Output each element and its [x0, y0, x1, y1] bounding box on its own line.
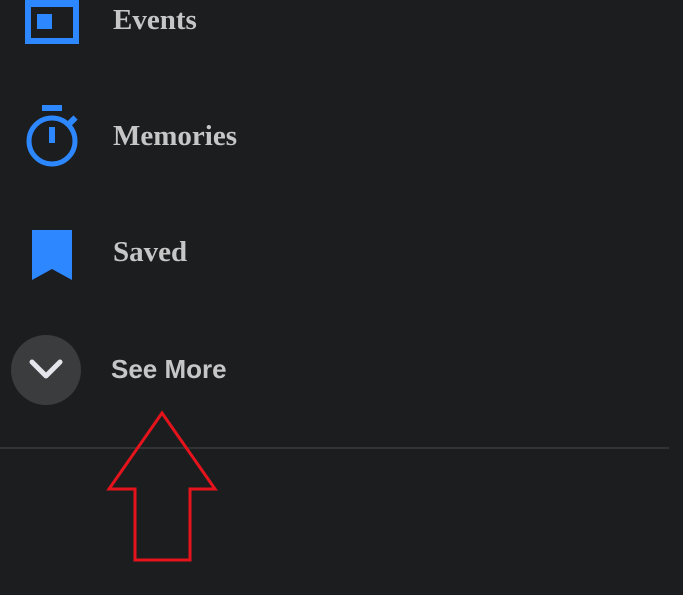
bookmark-icon: [32, 230, 72, 280]
stopwatch-icon: [26, 105, 78, 167]
divider: [0, 447, 669, 449]
see-more-button[interactable]: See More: [0, 320, 669, 420]
chevron-down-icon: [29, 359, 63, 379]
menu-item-label: Saved: [113, 236, 188, 268]
menu-item-saved[interactable]: Saved: [0, 203, 669, 303]
menu-item-label: Memories: [113, 120, 237, 152]
see-more-icon-circle: [11, 335, 81, 405]
calendar-icon: [25, 0, 79, 44]
menu-item-events[interactable]: Events: [0, 0, 669, 70]
see-more-label: See More: [111, 354, 227, 384]
menu-item-label: Events: [113, 4, 197, 36]
menu-item-memories[interactable]: Memories: [0, 87, 669, 187]
annotation-arrow-up-icon: [106, 410, 218, 562]
